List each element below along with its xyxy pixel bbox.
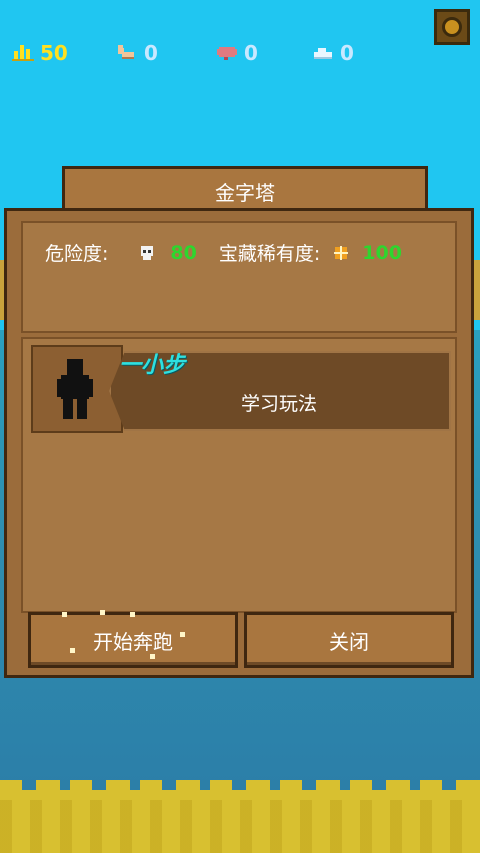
gear-icon [442,17,462,37]
brain-icon [217,47,237,60]
hud-strength: 0 [116,38,158,68]
hud-brain: 0 [216,38,258,68]
sparkle [150,654,155,659]
compass-icon [334,245,349,260]
hud-pyramid: 50 [12,38,68,68]
settings-button[interactable] [434,9,470,45]
brain-count: 0 [244,41,258,65]
level-dialog: 危险度: 80 宝藏稀有度: 100 一小步 学习玩法 [4,208,474,678]
mission-item[interactable]: 一小步 学习玩法 [31,345,451,433]
treasure-label: 宝藏稀有度: [218,243,321,265]
danger-value: 80 [170,241,197,264]
hud-cloud: 0 [312,38,354,68]
start-run-label: 开始奔跑 [93,629,173,654]
mission-list: 一小步 学习玩法 [21,337,457,613]
cloud-icon [314,48,332,59]
mission-name: 一小步 [119,353,186,378]
strength-count: 0 [144,41,158,65]
close-button[interactable]: 关闭 [244,612,454,668]
muscle-icon [118,45,134,59]
level-info-box: 危险度: 80 宝藏稀有度: 100 [21,221,457,333]
skull-icon [141,245,154,260]
cloud-count: 0 [340,41,354,65]
level-stats-row: 危险度: 80 宝藏稀有度: 100 [45,239,402,266]
start-run-button[interactable]: 开始奔跑 [28,612,238,668]
mission-avatar [31,345,123,433]
sparkle [180,632,185,637]
danger-label: 危险度: [45,243,109,265]
dialog-title: 金字塔 [215,181,275,205]
treasure-value: 100 [362,241,402,264]
sparkle [62,612,67,617]
sparkle [130,612,135,617]
silhouette-icon [57,359,93,419]
close-label: 关闭 [329,629,369,654]
foreground-sand [0,780,480,853]
pyramid-icon [12,45,34,61]
sparkle [70,648,75,653]
mission-task: 学习玩法 [241,393,318,415]
pyramid-count: 50 [40,41,68,65]
sparkle [100,610,105,615]
